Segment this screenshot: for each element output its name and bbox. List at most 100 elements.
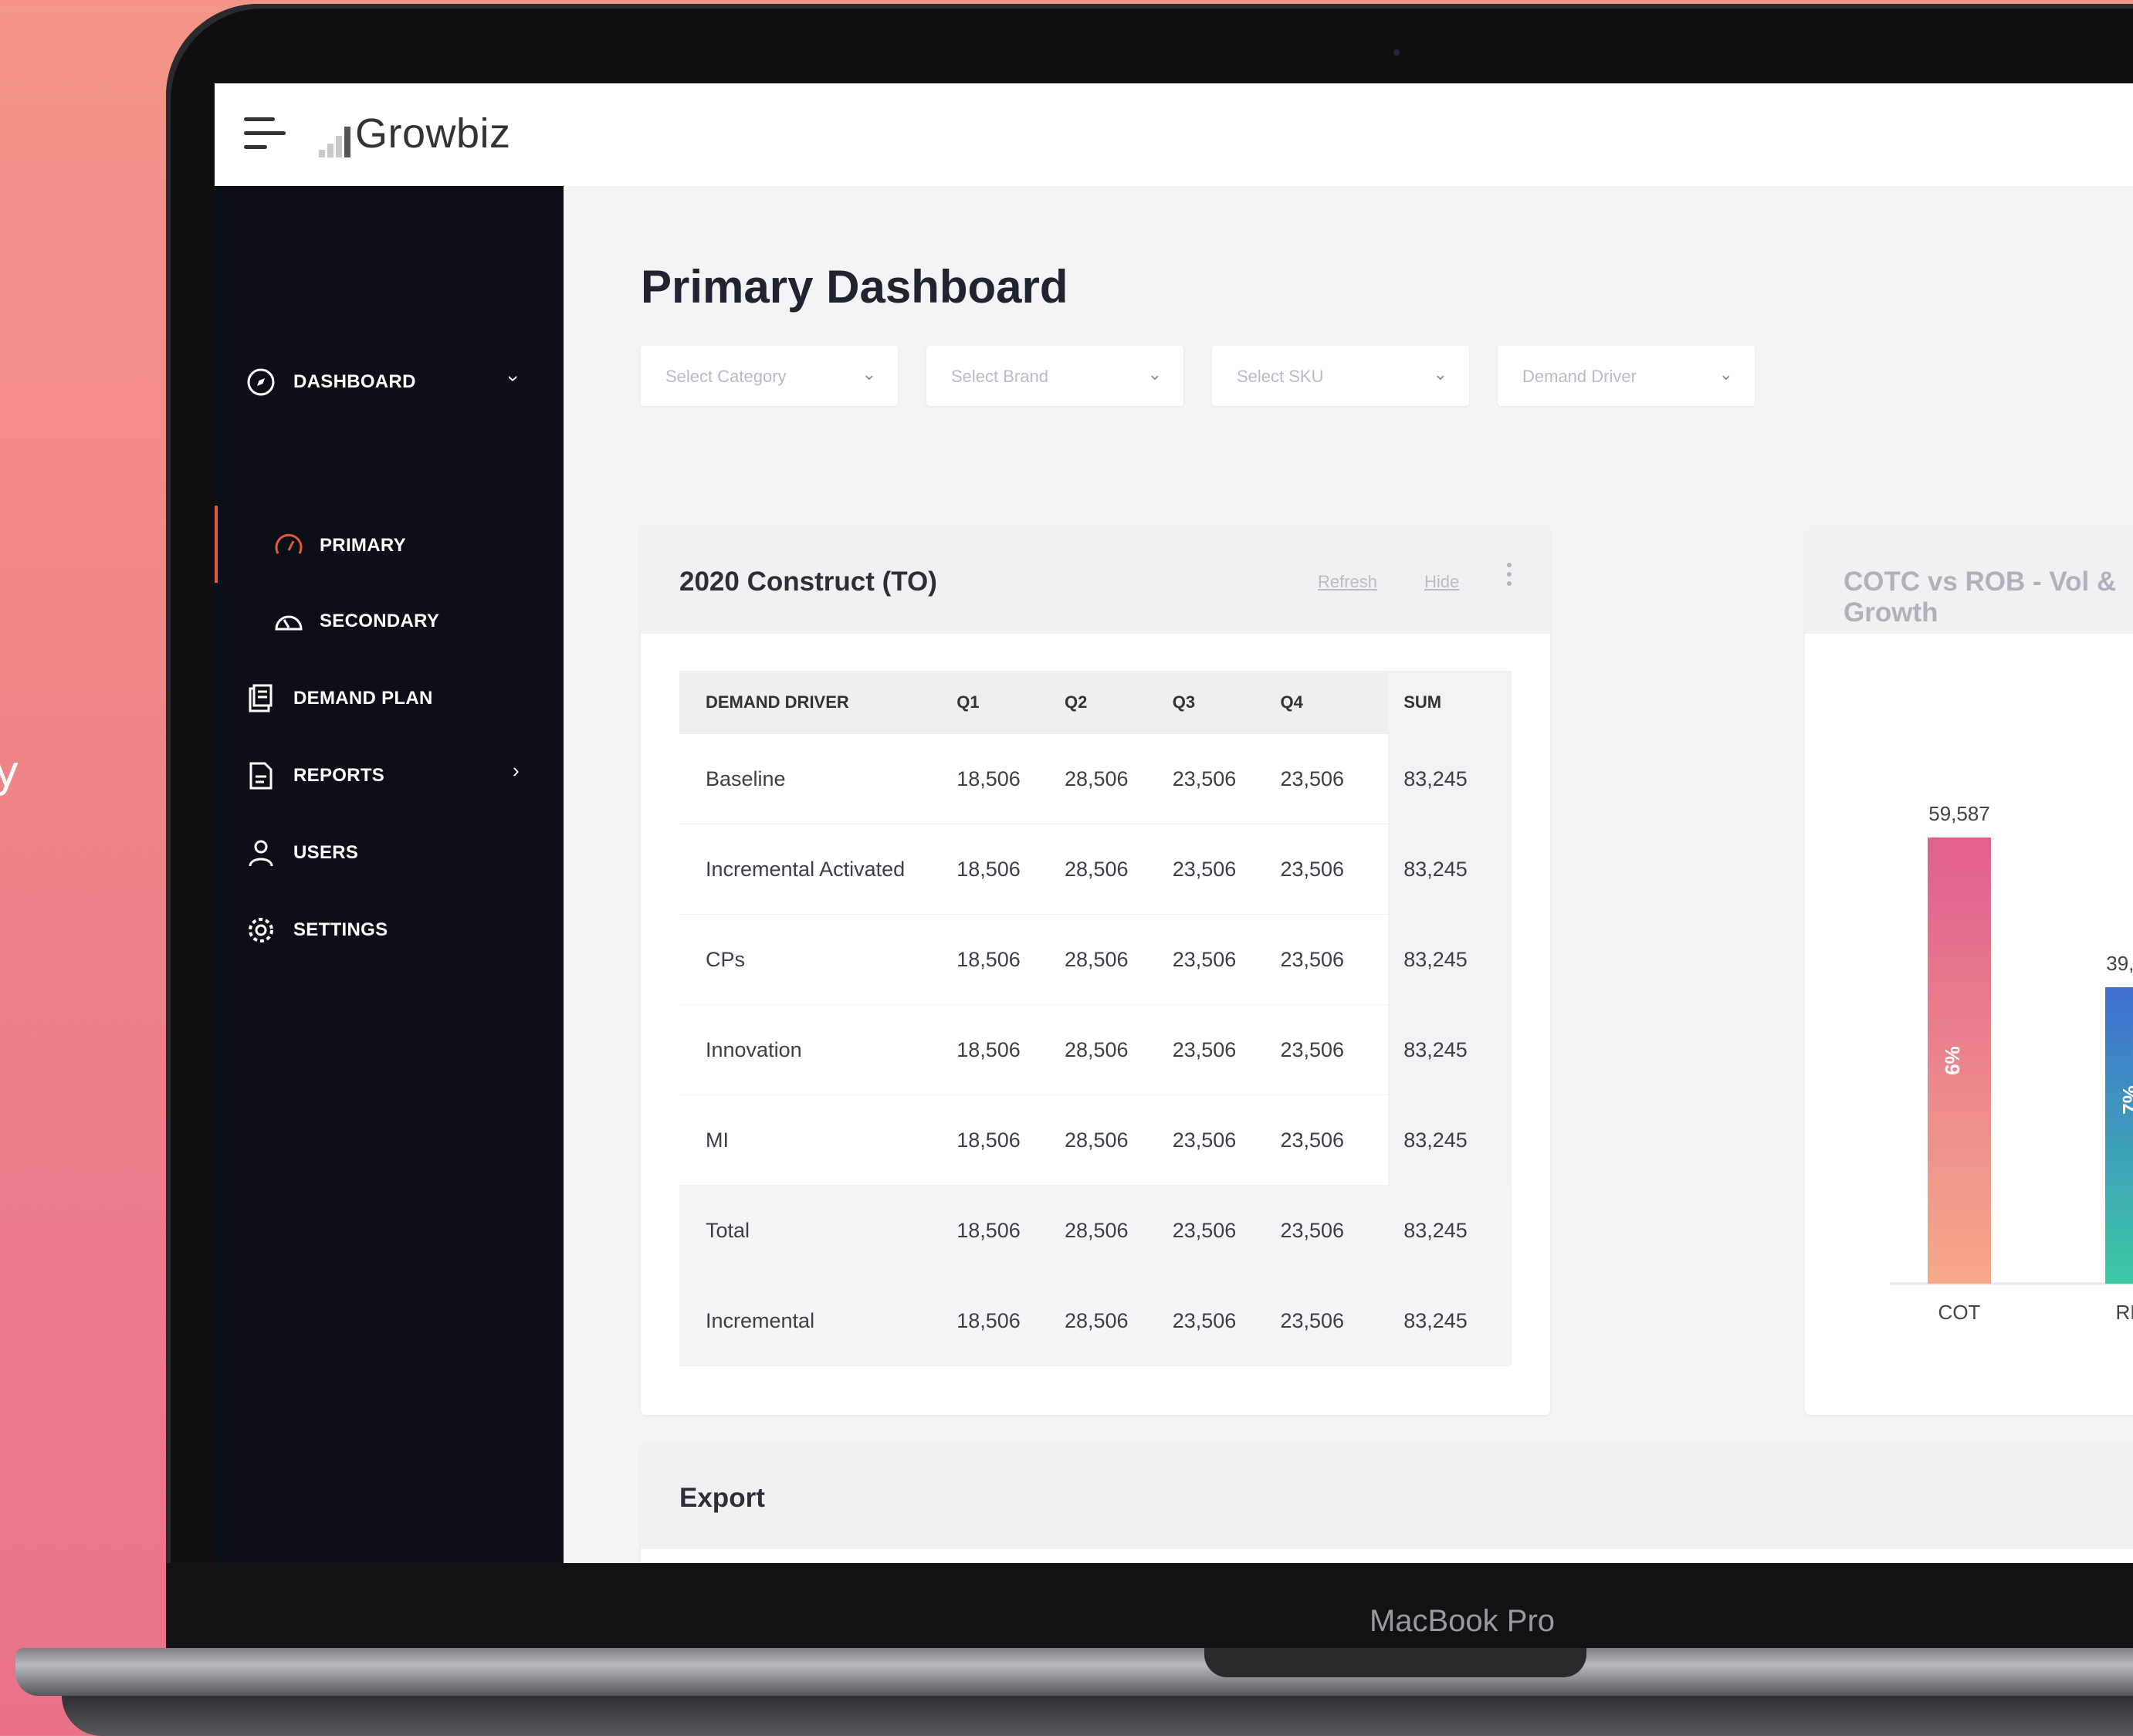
top-bar: Growbiz bbox=[215, 83, 2133, 186]
value-cell: 18,506 bbox=[956, 1095, 1065, 1186]
export-card: Export bbox=[641, 1444, 2133, 1563]
sidebar-item-label: USERS bbox=[293, 842, 359, 863]
gear-icon bbox=[245, 915, 276, 946]
refresh-link[interactable]: Refresh bbox=[1318, 572, 1377, 592]
value-cell: 28,506 bbox=[1064, 1185, 1173, 1276]
value-cell: 23,506 bbox=[1280, 824, 1389, 915]
value-cell: 28,506 bbox=[1064, 914, 1173, 1005]
row-label-cell: Total bbox=[679, 1185, 957, 1276]
row-label-cell: Innovation bbox=[679, 1004, 957, 1095]
chevron-down-icon[interactable]: › bbox=[502, 375, 526, 382]
table-row: CPs 18,506 28,506 23,506 23,506 83,245 bbox=[679, 914, 1512, 1005]
growth-label: 6% bbox=[1941, 1046, 1964, 1075]
hamburger-menu-icon[interactable] bbox=[244, 117, 286, 153]
select-placeholder: Select SKU bbox=[1237, 367, 1324, 386]
value-cell: 18,506 bbox=[956, 734, 1065, 824]
construct-card: 2020 Construct (TO) Refresh Hide DEMAND … bbox=[641, 526, 1550, 1415]
value-cell: 28,506 bbox=[1064, 1275, 1173, 1366]
brand-logo[interactable]: Growbiz bbox=[319, 110, 511, 157]
value-cell: 23,506 bbox=[1172, 1004, 1281, 1095]
sidebar-item-secondary[interactable]: SECONDARY bbox=[273, 604, 439, 638]
camera-icon bbox=[1393, 49, 1400, 56]
value-cell: 18,506 bbox=[956, 914, 1065, 1005]
value-cell: 18,506 bbox=[956, 1275, 1065, 1366]
column-header: DEMAND DRIVER bbox=[679, 671, 957, 734]
sum-cell: 83,245 bbox=[1388, 1004, 1512, 1095]
value-cell: 23,506 bbox=[1172, 914, 1281, 1005]
page-title: Primary Dashboard bbox=[641, 261, 1068, 313]
sidebar-item-label: REPORTS bbox=[293, 765, 385, 786]
value-cell: 28,506 bbox=[1064, 734, 1173, 824]
value-cell: 23,506 bbox=[1280, 1095, 1389, 1186]
document-icon bbox=[245, 683, 276, 714]
bar-rdb[interactable] bbox=[2105, 987, 2133, 1284]
row-label-cell: Baseline bbox=[679, 734, 957, 824]
brand-name: Growbiz bbox=[355, 110, 511, 157]
table-row: Incremental Activated 18,506 28,506 23,506 2… bbox=[679, 824, 1512, 915]
brand-select[interactable]: Select Brand ⌄ bbox=[926, 346, 1183, 406]
value-cell: 23,506 bbox=[1172, 1275, 1281, 1366]
sum-cell: 83,245 bbox=[1388, 1095, 1512, 1186]
active-indicator bbox=[215, 506, 218, 583]
app-screen: Growbiz DASHBOARD › PRIMARY SECONDARY DE… bbox=[215, 83, 2133, 1563]
sidebar-item-users[interactable]: USERS bbox=[245, 836, 358, 870]
value-cell: 18,506 bbox=[956, 1004, 1065, 1095]
sku-select[interactable]: Select SKU ⌄ bbox=[1212, 346, 1469, 406]
laptop-base bbox=[15, 1648, 2133, 1696]
data-label: 59,587 bbox=[1928, 802, 1990, 825]
laptop-base-bottom bbox=[62, 1696, 2133, 1736]
sidebar-item-reports[interactable]: REPORTS bbox=[245, 759, 384, 793]
sum-cell: 83,245 bbox=[1388, 1275, 1512, 1366]
row-label-cell: MI bbox=[679, 1095, 957, 1186]
row-label-cell: Incremental bbox=[679, 1275, 957, 1366]
sidebar-item-dashboard[interactable]: DASHBOARD bbox=[245, 365, 416, 399]
table-header-row: DEMAND DRIVER Q1 Q2 Q3 Q4 SUM bbox=[679, 671, 1512, 734]
sum-cell: 83,245 bbox=[1388, 824, 1512, 915]
card-title: 2020 Construct (TO) bbox=[679, 567, 937, 597]
chart-card: COTC vs ROB - Vol & Growth 59,587 6% COT 39… bbox=[1805, 526, 2133, 1415]
sum-cell: 83,245 bbox=[1388, 914, 1512, 1005]
table-row: Innovation 18,506 28,506 23,506 23,506 83,245 bbox=[679, 1004, 1512, 1095]
chevron-right-icon[interactable]: › bbox=[513, 759, 520, 783]
main-content: Primary Dashboard Select Category ⌄ Sele… bbox=[564, 186, 2133, 1563]
sum-cell: 83,245 bbox=[1388, 1185, 1512, 1276]
gauge-icon bbox=[273, 606, 304, 637]
logo-bars-icon bbox=[319, 127, 350, 157]
sidebar-item-label: PRIMARY bbox=[320, 535, 406, 556]
chevron-down-icon: ⌄ bbox=[862, 364, 876, 384]
demand-driver-table: DEMAND DRIVER Q1 Q2 Q3 Q4 SUM Baseline 18… bbox=[679, 671, 1512, 1366]
card-title: Export bbox=[679, 1483, 765, 1513]
device-label: MacBook Pro bbox=[1369, 1604, 1556, 1638]
value-cell: 23,506 bbox=[1172, 1095, 1281, 1186]
data-label: 39,587 bbox=[2106, 952, 2133, 975]
value-cell: 23,506 bbox=[1280, 1275, 1389, 1366]
hide-link[interactable]: Hide bbox=[1424, 572, 1459, 592]
compass-icon bbox=[245, 367, 276, 398]
growth-label: 7% bbox=[2118, 1085, 2133, 1115]
table-row: Baseline 18,506 28,506 23,506 23,506 83,245 bbox=[679, 734, 1512, 824]
row-label-cell: CPs bbox=[679, 914, 957, 1005]
value-cell: 28,506 bbox=[1064, 1095, 1173, 1186]
column-header: Q2 bbox=[1064, 671, 1173, 734]
select-placeholder: Select Category bbox=[665, 367, 787, 386]
demand-driver-select[interactable]: Demand Driver ⌄ bbox=[1498, 346, 1755, 406]
table-row: Total 18,506 28,506 23,506 23,506 83,245 bbox=[679, 1185, 1512, 1276]
value-cell: 23,506 bbox=[1172, 1185, 1281, 1276]
sidebar-item-demand-plan[interactable]: DEMAND PLAN bbox=[245, 682, 433, 716]
value-cell: 28,506 bbox=[1064, 1004, 1173, 1095]
value-cell: 23,506 bbox=[1172, 824, 1281, 915]
sidebar: DASHBOARD › PRIMARY SECONDARY DEMAND PLA… bbox=[215, 186, 564, 1563]
speedometer-icon bbox=[273, 530, 304, 561]
category-select[interactable]: Select Category ⌄ bbox=[641, 346, 898, 406]
select-placeholder: Demand Driver bbox=[1522, 367, 1637, 386]
value-cell: 23,506 bbox=[1280, 914, 1389, 1005]
chart-title: COTC vs ROB - Vol & Growth bbox=[1844, 567, 2117, 628]
table-row: Incremental 18,506 28,506 23,506 23,506 83,24… bbox=[679, 1275, 1512, 1366]
sidebar-item-label: SECONDARY bbox=[320, 611, 440, 631]
select-placeholder: Select Brand bbox=[951, 367, 1048, 386]
table-row: MI 18,506 28,506 23,506 23,506 83,245 bbox=[679, 1095, 1512, 1186]
card-header bbox=[641, 1444, 2133, 1549]
more-options-icon[interactable] bbox=[1505, 563, 1513, 595]
sidebar-item-primary[interactable]: PRIMARY bbox=[273, 529, 406, 563]
sidebar-item-settings[interactable]: SETTINGS bbox=[245, 913, 388, 947]
